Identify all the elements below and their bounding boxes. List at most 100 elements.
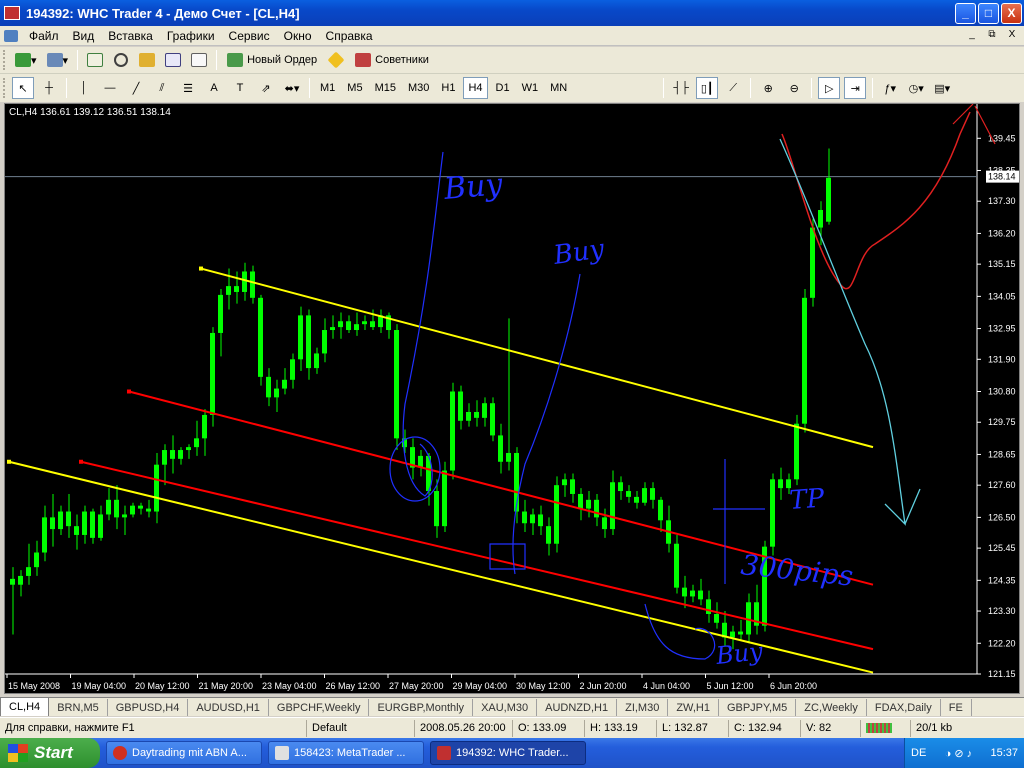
tab-fdax-daily[interactable]: FDAX,Daily: [867, 699, 941, 716]
tray-icons[interactable]: ◑ ⊘ ♪: [945, 747, 972, 760]
candle-body: [210, 332, 215, 415]
candle-body: [778, 479, 783, 489]
status-low: L: 132.87: [656, 719, 728, 737]
metaeditor-icon[interactable]: [325, 49, 347, 71]
tab-gbpjpy-m5[interactable]: GBPJPY,M5: [719, 699, 797, 716]
tab-cl-h4[interactable]: CL,H4: [0, 698, 50, 716]
strategy-tester-icon[interactable]: [188, 49, 210, 71]
tab-gbpchf-weekly[interactable]: GBPCHF,Weekly: [269, 699, 370, 716]
tab-audusd-h1[interactable]: AUDUSD,H1: [188, 699, 269, 716]
tab-xau-m30[interactable]: XAU,M30: [473, 699, 538, 716]
market-watch-icon[interactable]: [84, 49, 106, 71]
expert-advisors-button[interactable]: Советники: [351, 49, 433, 71]
tab-zc-weekly[interactable]: ZC,Weekly: [796, 699, 867, 716]
candle-body: [274, 388, 279, 398]
candle-body: [322, 330, 327, 354]
bar-chart-icon[interactable]: ┤├: [670, 77, 692, 99]
task-browser[interactable]: Daytrading mit ABN A...: [106, 741, 262, 765]
toolbar-grip[interactable]: [3, 50, 7, 70]
zoom-in-icon[interactable]: ⊕: [757, 77, 779, 99]
price-tick-label: 130.80: [988, 387, 1016, 397]
timeframe-m1[interactable]: M1: [316, 77, 339, 99]
candlestick-icon[interactable]: ▯┃: [696, 77, 719, 99]
new-order-button[interactable]: Новый Ордер: [223, 49, 321, 71]
line-chart-icon[interactable]: ⟋: [722, 77, 744, 99]
menu-file[interactable]: Файл: [22, 29, 66, 43]
timeframe-d1[interactable]: D1: [492, 77, 514, 99]
start-button[interactable]: Start: [0, 738, 100, 768]
timeframe-h1[interactable]: H1: [437, 77, 459, 99]
task-whc-trader[interactable]: 194392: WHC Trader...: [430, 741, 586, 765]
price-tick-label: 136.20: [988, 228, 1016, 238]
time-tick-label: 4 Jun 04:00: [643, 681, 690, 691]
menu-tools[interactable]: Сервис: [222, 29, 277, 43]
candle-body: [154, 464, 159, 512]
price-tick-label: 135.15: [988, 259, 1016, 269]
timeframe-m15[interactable]: M15: [371, 77, 400, 99]
taskbar: Start Daytrading mit ABN A... 158423: Me…: [0, 738, 1024, 768]
new-chart-button[interactable]: ▾: [12, 49, 40, 71]
task-metatrader[interactable]: 158423: MetaTrader ...: [268, 741, 424, 765]
time-tick-label: 27 May 20:00: [389, 681, 444, 691]
text-label-icon[interactable]: T: [229, 77, 251, 99]
cursor-tool-icon[interactable]: ↖: [12, 77, 34, 99]
trendline-icon[interactable]: ╱: [125, 77, 147, 99]
timeframe-w1[interactable]: W1: [518, 77, 543, 99]
menu-help[interactable]: Справка: [319, 29, 380, 43]
text-tool-icon[interactable]: A: [203, 77, 225, 99]
mdi-minimize-button[interactable]: _: [964, 29, 980, 43]
language-indicator[interactable]: DE: [911, 747, 926, 759]
crosshair-tool-icon[interactable]: ┼: [38, 77, 60, 99]
tab-brn-m5[interactable]: BRN,M5: [49, 699, 108, 716]
periods-dropdown-icon[interactable]: ◷▾: [905, 77, 927, 99]
templates-dropdown-icon[interactable]: ▤▾: [931, 77, 953, 99]
autoscroll-icon[interactable]: ▷: [818, 77, 841, 99]
tab-zw-h1[interactable]: ZW,H1: [668, 699, 719, 716]
close-button[interactable]: X: [1001, 2, 1022, 24]
connection-bars-icon: [860, 719, 910, 737]
indicators-dropdown-icon[interactable]: ƒ▾: [879, 77, 901, 99]
menu-insert[interactable]: Вставка: [101, 29, 160, 43]
tab-fe[interactable]: FE: [941, 699, 972, 716]
window-title: 194392: WHC Trader 4 - Демо Счет - [CL,H…: [26, 5, 300, 21]
price-chart[interactable]: 139.45138.35137.30136.20135.15134.05132.…: [5, 104, 1020, 694]
chart-window[interactable]: 139.45 138.35 137.30 136.20 135.15 134.05 132.…: [4, 103, 1020, 694]
timeframe-m30[interactable]: M30: [404, 77, 433, 99]
arrows-icon[interactable]: ⇗: [255, 77, 277, 99]
minimize-button[interactable]: _: [955, 2, 976, 24]
horizontal-line-icon[interactable]: —: [99, 77, 121, 99]
menu-view[interactable]: Вид: [66, 29, 102, 43]
time-tick-label: 30 May 12:00: [516, 681, 571, 691]
candle-body: [626, 491, 631, 497]
app-icon: [4, 6, 20, 20]
shapes-dropdown-icon[interactable]: ⬌▾: [281, 77, 303, 99]
menu-charts[interactable]: Графики: [160, 29, 222, 43]
equidistant-channel-icon[interactable]: ⫽: [151, 77, 173, 99]
terminal-icon[interactable]: [162, 49, 184, 71]
fibonacci-icon[interactable]: ☰: [177, 77, 199, 99]
candle-body: [18, 575, 23, 585]
tab-eurgbp-monthly[interactable]: EURGBP,Monthly: [369, 699, 474, 716]
tab-audnzd-h1[interactable]: AUDNZD,H1: [537, 699, 618, 716]
task-label: 194392: WHC Trader...: [456, 747, 569, 759]
chart-info-line: CL,H4 136.61 139.12 136.51 138.14: [9, 107, 171, 118]
clock: 15:37: [990, 747, 1018, 759]
mdi-close-button[interactable]: X: [1004, 29, 1020, 43]
vertical-line-icon[interactable]: │: [73, 77, 95, 99]
navigator-icon[interactable]: [136, 49, 158, 71]
timeframe-h4[interactable]: H4: [463, 77, 488, 99]
candle-body: [818, 209, 823, 228]
timeframe-mn[interactable]: MN: [546, 77, 571, 99]
menu-window[interactable]: Окно: [277, 29, 319, 43]
toolbar-grip[interactable]: [3, 78, 7, 98]
handwritten-note: TP: [788, 484, 825, 516]
chart-shift-icon[interactable]: ⇥: [844, 77, 867, 99]
tab-gbpusd-h4[interactable]: GBPUSD,H4: [108, 699, 189, 716]
timeframe-m5[interactable]: M5: [343, 77, 366, 99]
zoom-out-icon[interactable]: ⊖: [783, 77, 805, 99]
tab-zi-m30[interactable]: ZI,M30: [617, 699, 669, 716]
mdi-restore-button[interactable]: ⧉: [984, 29, 1000, 43]
maximize-button[interactable]: □: [978, 2, 999, 24]
profiles-button[interactable]: ▾: [44, 49, 72, 71]
data-window-icon[interactable]: [110, 49, 132, 71]
